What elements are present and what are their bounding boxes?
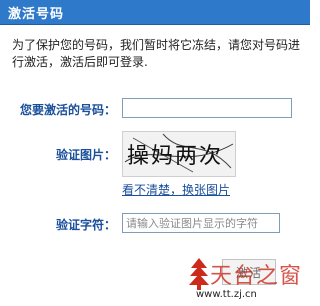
code-input[interactable] [122, 213, 280, 233]
refresh-captcha-link[interactable]: 看不清楚，换张图片 [122, 181, 230, 198]
captcha-label: 验证图片： [55, 148, 116, 162]
title-bar: 激活号码 [0, 0, 310, 25]
captcha-text: 操妈两次 [127, 144, 224, 169]
activate-button[interactable]: 激活 [222, 259, 276, 285]
code-label: 验证字符： [55, 218, 116, 232]
number-label: 您要激活的号码： [19, 103, 116, 117]
number-input[interactable] [122, 98, 292, 118]
watermark-url: www.tt.zj.cn [196, 289, 257, 300]
pagoda-icon [189, 258, 209, 290]
captcha-image: 操妈两次 [122, 131, 236, 177]
intro-text: 为了保护您的号码，我们暂时将它冻结，请您对号码进行激活，激活后即可登录. [12, 38, 301, 69]
page-title: 激活号码 [8, 7, 65, 22]
